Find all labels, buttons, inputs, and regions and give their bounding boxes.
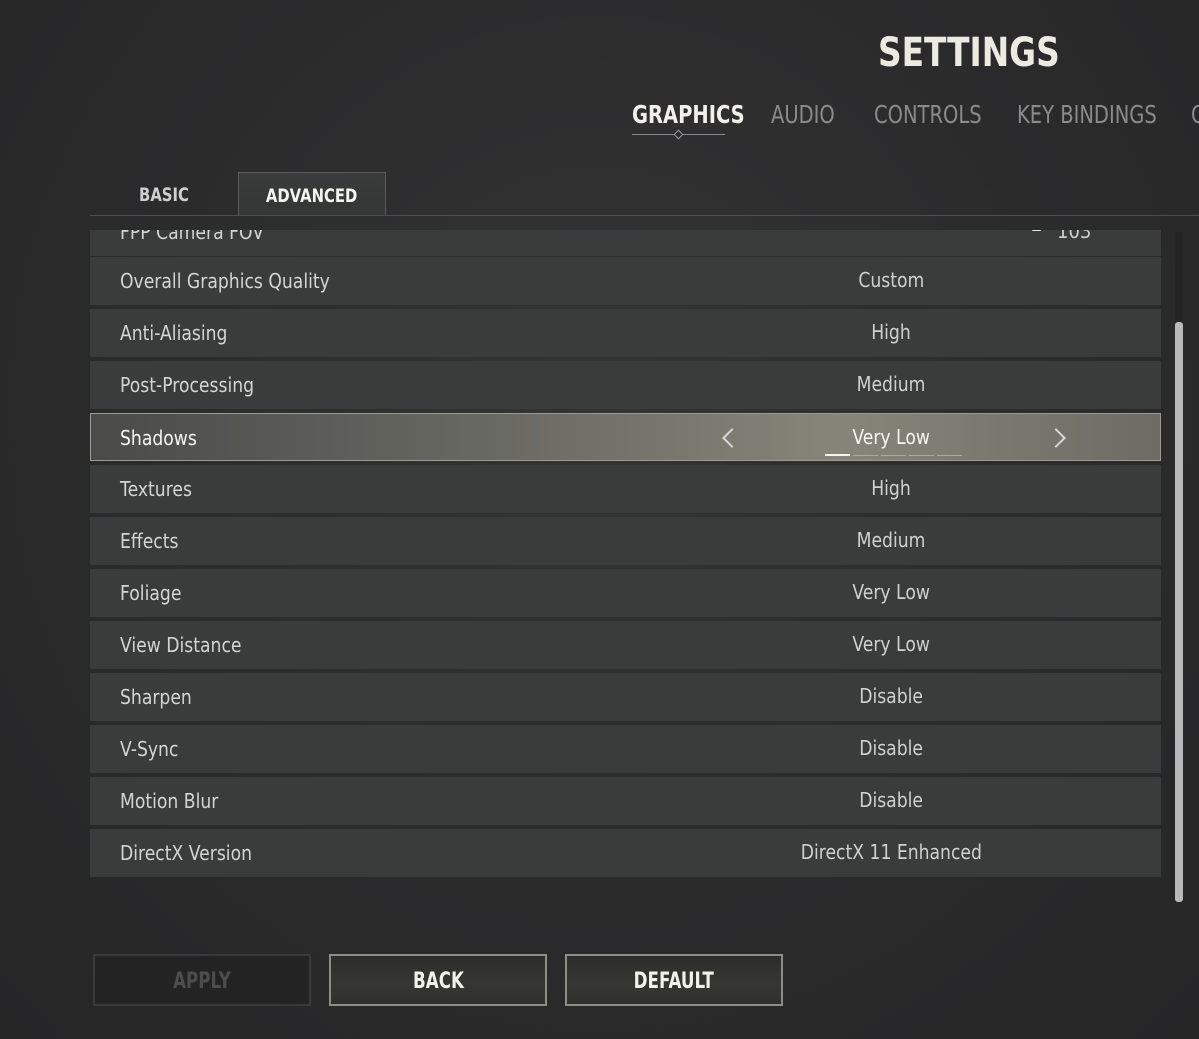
- back-button[interactable]: BACK: [329, 954, 547, 1006]
- settings-list: FPP Camera FOV 103 Overall Graphics Qual…: [90, 230, 1162, 890]
- setting-value: Very Low: [852, 632, 930, 656]
- fov-slider-handle[interactable]: [1031, 230, 1041, 231]
- setting-label: Effects: [120, 529, 179, 553]
- subtab-advanced[interactable]: ADVANCED: [238, 172, 386, 216]
- setting-row-directx-version[interactable]: DirectX Version DirectX 11 Enhanced: [90, 829, 1161, 877]
- tab-key-bindings[interactable]: KEY BINDINGS: [1017, 100, 1157, 129]
- chevron-right-icon[interactable]: [1046, 428, 1066, 448]
- setting-label: Sharpen: [120, 685, 192, 709]
- setting-value: Disable: [859, 736, 923, 760]
- chevron-left-icon[interactable]: [722, 428, 742, 448]
- page-title: SETTINGS: [878, 30, 1060, 76]
- setting-row-sharpen[interactable]: Sharpen Disable: [90, 673, 1161, 721]
- setting-label: Anti-Aliasing: [120, 321, 228, 345]
- level-segment: [909, 455, 934, 456]
- setting-label: Overall Graphics Quality: [120, 269, 330, 293]
- setting-value: High: [871, 476, 911, 500]
- setting-label: Motion Blur: [120, 789, 219, 813]
- setting-row-effects[interactable]: Effects Medium: [90, 517, 1161, 565]
- setting-value: High: [871, 320, 911, 344]
- setting-row-anti-aliasing[interactable]: Anti-Aliasing High: [90, 309, 1161, 357]
- setting-value: Medium: [856, 528, 926, 552]
- level-segment: [825, 454, 850, 456]
- setting-label: Post-Processing: [120, 373, 255, 397]
- setting-value: Very Low: [852, 425, 930, 449]
- setting-label: FPP Camera FOV: [120, 230, 264, 244]
- setting-value: Disable: [859, 684, 923, 708]
- setting-row-post-processing[interactable]: Post-Processing Medium: [90, 361, 1161, 409]
- setting-row-foliage[interactable]: Foliage Very Low: [90, 569, 1161, 617]
- subtab-basic-label: BASIC: [139, 184, 189, 206]
- setting-row-motion-blur[interactable]: Motion Blur Disable: [90, 777, 1161, 825]
- level-segment: [881, 455, 906, 456]
- setting-row-overall-graphics-quality[interactable]: Overall Graphics Quality Custom: [90, 257, 1161, 305]
- setting-row-v-sync[interactable]: V-Sync Disable: [90, 725, 1161, 773]
- setting-row-textures[interactable]: Textures High: [90, 465, 1161, 513]
- fov-value: 103: [1057, 230, 1092, 243]
- level-segment: [937, 455, 962, 456]
- setting-label: V-Sync: [120, 737, 179, 761]
- setting-value: DirectX 11 Enhanced: [800, 840, 982, 864]
- setting-value: Medium: [856, 372, 926, 396]
- setting-label: Textures: [120, 477, 192, 501]
- default-button[interactable]: DEFAULT: [565, 954, 783, 1006]
- subtab-divider: [90, 215, 1199, 216]
- tab-clipped[interactable]: C: [1191, 100, 1199, 129]
- setting-label: Foliage: [120, 581, 182, 605]
- setting-row-fpp-camera-fov[interactable]: FPP Camera FOV 103: [90, 230, 1161, 256]
- setting-value: Disable: [859, 788, 923, 812]
- setting-row-shadows[interactable]: Shadows Very Low: [90, 413, 1161, 461]
- setting-label: Shadows: [120, 426, 197, 450]
- tab-audio[interactable]: AUDIO: [771, 100, 835, 129]
- active-tab-diamond-icon: [673, 129, 684, 140]
- scrollbar-thumb[interactable]: [1175, 322, 1183, 902]
- setting-row-view-distance[interactable]: View Distance Very Low: [90, 621, 1161, 669]
- setting-value: Custom: [858, 268, 924, 292]
- apply-button[interactable]: APPLY: [93, 954, 311, 1006]
- setting-value: Very Low: [852, 580, 930, 604]
- subtab-basic[interactable]: BASIC: [90, 172, 238, 215]
- tab-graphics[interactable]: GRAPHICS: [632, 100, 745, 129]
- setting-label: View Distance: [120, 633, 242, 657]
- tab-controls[interactable]: CONTROLS: [874, 100, 982, 129]
- level-segment: [853, 455, 878, 456]
- setting-label: DirectX Version: [120, 841, 253, 865]
- subtab-advanced-label: ADVANCED: [266, 185, 358, 207]
